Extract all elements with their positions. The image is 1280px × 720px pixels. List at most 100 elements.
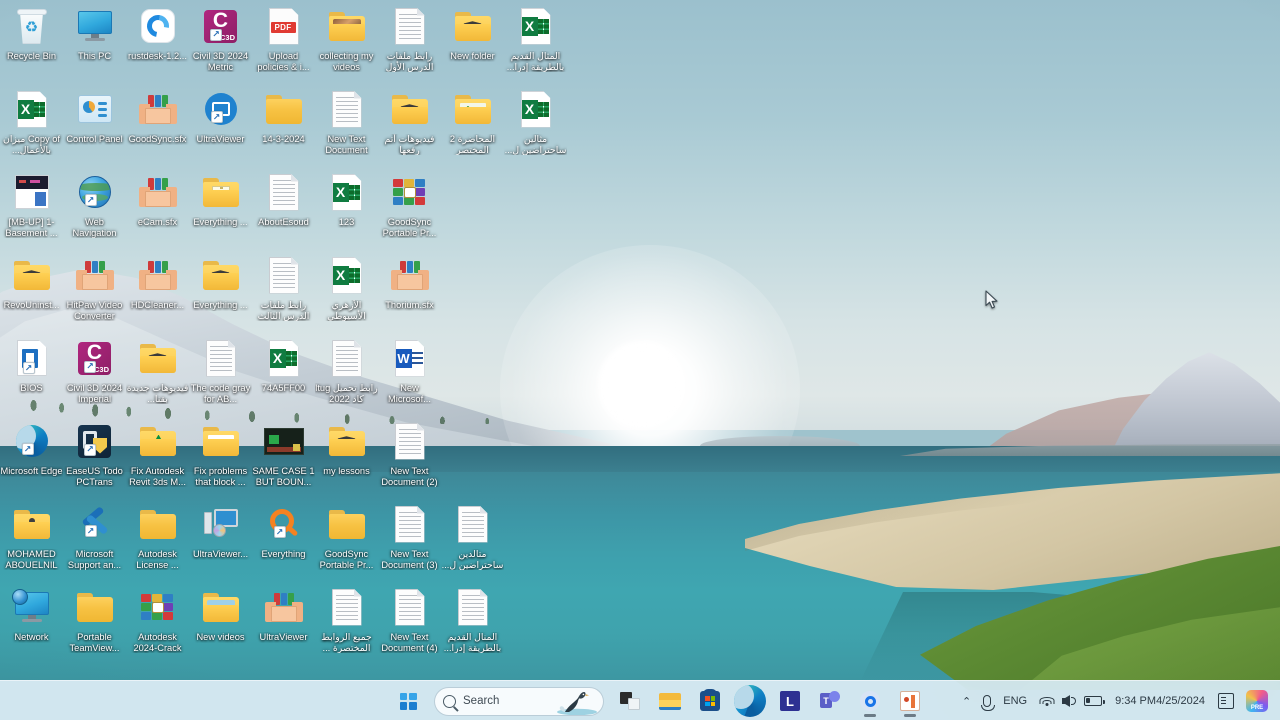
microsoft-store-button[interactable] <box>690 683 730 719</box>
quick-settings-button[interactable] <box>1033 685 1108 717</box>
file-explorer-button[interactable] <box>650 683 690 719</box>
search-box[interactable]: Search <box>434 686 604 716</box>
desktop-icon[interactable]: New Text Document (2) <box>378 417 441 487</box>
desktop-icon[interactable]: Control Panel <box>63 85 126 145</box>
icon-art-wrapper <box>77 11 113 41</box>
microphone-button[interactable] <box>977 685 997 717</box>
taskbar[interactable]: Search L T ⌃ ENG 9:34 PM 4/25/2024 PRE <box>0 680 1280 720</box>
desktop-icon[interactable]: UltraViewer <box>189 85 252 145</box>
desktop-icon[interactable]: Autodesk 2024-Crack <box>126 583 189 653</box>
desktop-icon-label: Everything ... <box>193 300 248 310</box>
desktop-icon[interactable]: رابط ملفات الدرس الأول <box>378 2 441 72</box>
task-view-button[interactable] <box>610 683 650 719</box>
desktop-icon[interactable]: Thorium.sfx <box>378 251 441 311</box>
desktop-icon[interactable]: W New Microsof... <box>378 334 441 404</box>
notifications-button[interactable] <box>1212 685 1240 717</box>
desktop-icon[interactable]: Fix problems that block ... <box>189 417 252 487</box>
desktop-icon[interactable]: Microsoft Support an... <box>63 500 126 570</box>
clock-button[interactable]: 9:34 PM 4/25/2024 <box>1108 685 1212 717</box>
desktop-icon[interactable]: فيديوهات أتم رفعها <box>378 85 441 155</box>
system-tray[interactable]: ⌃ ENG 9:34 PM 4/25/2024 PRE <box>956 681 1274 720</box>
taskbar-center-group[interactable]: Search L T <box>388 681 930 720</box>
desktop-icon[interactable]: EaseUS Todo PCTrans <box>63 417 126 487</box>
desktop-icon[interactable]: المحاضرة 2 المختصر <box>441 85 504 155</box>
desktop-icon[interactable]: 14-3-2024 <box>252 85 315 145</box>
desktop-icon[interactable]: ♻ Recycle Bin <box>0 2 63 62</box>
desktop-icon[interactable]: UltraViewer... <box>189 500 252 560</box>
desktop-icon[interactable]: GoodSync.sfx <box>126 85 189 145</box>
desktop-icon[interactable]: New Text Document (3) <box>378 500 441 570</box>
desktop-icon[interactable]: SAME CASE 1 BUT BOUN... <box>252 417 315 487</box>
desktop-icon-label: HitPaw Video Converter <box>66 300 123 321</box>
copilot-button[interactable]: PRE <box>1240 685 1274 717</box>
desktop-icon[interactable]: GoodSync Portable Pr... <box>315 500 378 570</box>
desktop-icon-glyph <box>441 583 504 631</box>
desktop-icon-glyph <box>63 251 126 299</box>
desktop-icon[interactable]: X مثالين ساحتراضين ل... <box>504 85 567 155</box>
desktop-icon[interactable]: MOHAMED ABOUELNIL <box>0 500 63 570</box>
powerpoint-button[interactable] <box>890 683 930 719</box>
desktop-icon[interactable]: Everything ... <box>189 251 252 311</box>
desktop[interactable]: ♻ Recycle Bin This PC rustdesk-1.2... CC3D Ci… <box>0 0 1280 720</box>
lumion-icon: L <box>780 691 800 711</box>
desktop-icon[interactable]: فيديوهات جديدة بقنا... <box>126 334 189 404</box>
desktop-icon[interactable]: المنال القديم بالطريقة إدرا... <box>441 583 504 653</box>
desktop-icon[interactable]: Web Navigation <box>63 168 126 238</box>
desktop-icon[interactable]: This PC <box>63 2 126 62</box>
desktop-icon[interactable]: X المثال القديم بالطريقة إدرا... <box>504 2 567 72</box>
desktop-icon[interactable]: Microsoft Edge <box>0 417 63 477</box>
start-button[interactable] <box>388 683 428 719</box>
folder-with-content-icon <box>391 94 428 124</box>
microsoft-edge-button[interactable] <box>730 683 770 719</box>
icon-art-wrapper <box>263 427 304 455</box>
desktop-icon[interactable]: The code gray for AB... <box>189 334 252 404</box>
desktop-icon-label: Microsoft Support an... <box>67 549 122 570</box>
desktop-icon-glyph <box>0 251 63 299</box>
desktop-icon[interactable]: AboutEsoud <box>252 168 315 228</box>
desktop-icon[interactable]: [MB-UP] 1- Basement ... <box>0 168 63 238</box>
icon-art-wrapper <box>328 426 365 456</box>
desktop-icon[interactable]: New videos <box>189 583 252 643</box>
desktop-icon[interactable]: Network <box>0 583 63 643</box>
desktop-icon[interactable]: X الأزهري الأسيوطي <box>315 251 378 321</box>
desktop-icon[interactable]: CC3D Civil 3D 2024 Metric <box>189 2 252 72</box>
desktop-icon[interactable]: Fix Autodesk Revit 3ds M... <box>126 417 189 487</box>
desktop-icon[interactable]: رابط تحميل ltug كاد 2022 <box>315 334 378 404</box>
desktop-icon[interactable]: رابط ملفات الدرس الثالث <box>252 251 315 321</box>
desktop-icon[interactable]: RevoUninst... <box>0 251 63 311</box>
microsoft-teams-button[interactable]: T <box>810 683 850 719</box>
desktop-icon-glyph <box>0 417 63 465</box>
desktop-icon[interactable]: جميع الروابط المختصرة ... <box>315 583 378 653</box>
desktop-icon[interactable]: eCam.sfx <box>126 168 189 228</box>
desktop-icon[interactable]: collecting my videos <box>315 2 378 72</box>
icon-art-wrapper <box>457 505 488 543</box>
desktop-icon[interactable]: X 123 <box>315 168 378 228</box>
desktop-icon[interactable]: X 74A5FF00 <box>252 334 315 394</box>
desktop-icon[interactable]: BIOS <box>0 334 63 394</box>
desktop-icon-grid[interactable]: ♻ Recycle Bin This PC rustdesk-1.2... CC3D Ci… <box>0 0 566 665</box>
desktop-icon[interactable]: HDCleaner... <box>126 251 189 311</box>
show-hidden-icons-button[interactable]: ⌃ <box>956 685 977 717</box>
desktop-icon-label: RevoUninst... <box>3 300 60 310</box>
desktop-icon[interactable]: GoodSync Portable Pr... <box>378 168 441 238</box>
desktop-icon-label: Autodesk License ... <box>136 549 179 570</box>
language-indicator[interactable]: ENG <box>997 685 1033 717</box>
lumion-button[interactable]: L <box>770 683 810 719</box>
desktop-icon[interactable]: my lessons <box>315 417 378 477</box>
chrome-button[interactable] <box>850 683 890 719</box>
desktop-icon[interactable]: Everything <box>252 500 315 560</box>
desktop-icon[interactable]: CC3D Civil 3D 2024 Imperial <box>63 334 126 404</box>
desktop-icon[interactable]: Autodesk License ... <box>126 500 189 570</box>
desktop-icon[interactable]: UltraViewer <box>252 583 315 643</box>
desktop-icon[interactable]: PDF Upload policies & i... <box>252 2 315 72</box>
desktop-icon[interactable]: HitPaw Video Converter <box>63 251 126 321</box>
icon-art-wrapper <box>13 260 50 290</box>
desktop-icon[interactable]: متالدين ساحتراضين ل... <box>441 500 504 570</box>
desktop-icon[interactable]: New folder <box>441 2 504 62</box>
desktop-icon[interactable]: New Text Document (4) <box>378 583 441 653</box>
desktop-icon[interactable]: rustdesk-1.2... <box>126 2 189 62</box>
desktop-icon[interactable]: Everything ... <box>189 168 252 228</box>
desktop-icon[interactable]: Portable TeamView... <box>63 583 126 653</box>
desktop-icon[interactable]: X Copy of ميزان بالأعمال... <box>0 85 63 155</box>
desktop-icon[interactable]: New Text Document <box>315 85 378 155</box>
